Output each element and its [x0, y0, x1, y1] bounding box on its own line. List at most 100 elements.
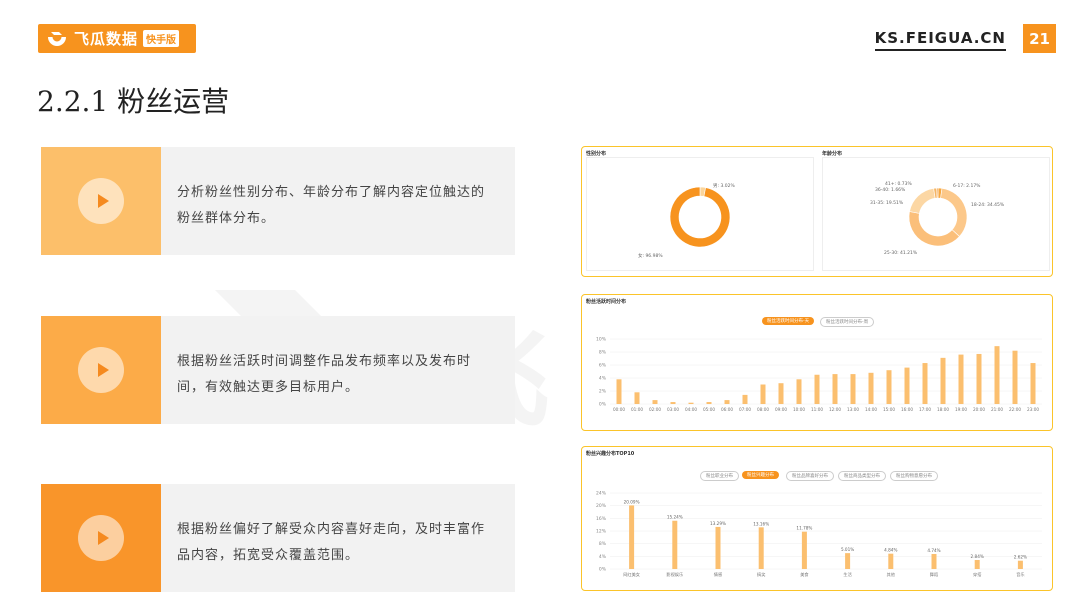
data-label: 15.24%	[667, 515, 683, 520]
x-tick-label: 17:00	[919, 407, 931, 412]
data-label: 4.84%	[884, 548, 897, 553]
feature-card-active-time: 根据粉丝活跃时间调整作品发布频率以及发布时间，有效触达更多目标用户。	[41, 316, 515, 424]
donut-label: 女: 96.98%	[638, 252, 663, 259]
bar	[940, 357, 946, 404]
x-tick-label: 22:00	[1009, 407, 1021, 412]
fan-demographics-panel: 性别分布 年龄分布 男: 3.02% 女: 96.98% 6-17: 2.17% 1…	[581, 146, 1053, 277]
x-tick-label: 16:00	[901, 407, 913, 412]
y-tick-label: 8%	[599, 350, 607, 356]
donut-slice	[936, 187, 939, 199]
donut-slice	[669, 186, 731, 248]
donut-slice	[909, 187, 936, 214]
donut-slice	[908, 211, 960, 247]
play-icon[interactable]	[78, 178, 124, 224]
y-tick-label: 4%	[599, 376, 607, 382]
y-tick-label: 2%	[599, 389, 607, 395]
x-tick-label: 20:00	[973, 407, 985, 412]
data-label: 2.84%	[971, 554, 984, 559]
bar	[904, 367, 910, 404]
y-tick-label: 4%	[599, 554, 607, 560]
brand-edition-badge: 快手版	[143, 30, 180, 47]
bar	[796, 379, 802, 404]
tab-brand-preference[interactable]: 粉丝品牌喜好分布	[786, 471, 834, 481]
data-label: 4.74%	[927, 548, 940, 553]
tab-product-type[interactable]: 粉丝商品类型分布	[838, 471, 886, 481]
fan-interest-panel: 粉丝兴趣分布TOP10 粉丝职业分布 粉丝兴趣分布 粉丝品牌喜好分布 粉丝商品类…	[581, 446, 1053, 591]
x-tick-label: 18:00	[937, 407, 949, 412]
x-tick-label: 搞笑	[757, 571, 765, 578]
x-tick-label: 13:00	[847, 407, 859, 412]
x-tick-label: 23:00	[1027, 407, 1039, 412]
card-icon-box	[41, 484, 161, 592]
bar	[931, 553, 937, 569]
x-tick-label: 15:00	[883, 407, 895, 412]
bar	[706, 402, 712, 404]
x-tick-label: 07:00	[739, 407, 751, 412]
x-tick-label: 生活	[843, 571, 851, 578]
tab-active-time-week[interactable]: 粉丝活跃时间分布-周	[820, 317, 875, 327]
donut-label: 41+: 0.73%	[885, 181, 912, 187]
x-tick-label: 舞蹈	[930, 571, 938, 578]
y-tick-label: 6%	[599, 363, 607, 369]
bar	[629, 505, 635, 569]
x-tick-label: 03:00	[667, 407, 679, 412]
bar	[688, 402, 694, 404]
data-label: 5.01%	[841, 547, 854, 552]
y-tick-label: 10%	[596, 337, 607, 343]
bar	[958, 354, 964, 404]
x-tick-label: 00:00	[613, 407, 625, 412]
x-tick-label: 穿搭	[973, 571, 982, 578]
tab-occupation[interactable]: 粉丝职业分布	[700, 471, 739, 481]
age-donut-chart: 6-17: 2.17% 18-24: 34.45% 25-30: 41.21% 31-…	[870, 181, 1005, 256]
feature-card-gender-age: 分析粉丝性别分布、年龄分布了解内容定位触达的粉丝群体分布。	[41, 147, 515, 255]
x-tick-label: 12:00	[829, 407, 841, 412]
x-tick-label: 14:00	[865, 407, 877, 412]
bar	[715, 526, 721, 569]
bar	[976, 353, 982, 404]
brand-name: 飞瓜数据	[74, 30, 139, 48]
bar	[724, 400, 730, 404]
tab-active-time-day[interactable]: 粉丝活跃时间分布-天	[762, 317, 815, 325]
bar	[868, 372, 874, 404]
brand-logo[interactable]: 飞瓜数据 快手版	[38, 24, 196, 53]
card-text: 根据粉丝偏好了解受众内容喜好走向，及时丰富作品内容，拓宽受众覆盖范围。	[177, 522, 486, 563]
donut-label: 31-35: 19.51%	[870, 200, 904, 206]
bar	[845, 553, 851, 569]
bar	[886, 370, 892, 404]
y-tick-label: 12%	[596, 529, 607, 535]
feigua-logo-icon	[48, 31, 66, 46]
tab-shopping-intent[interactable]: 粉丝购物意愿分布	[890, 471, 938, 481]
bar	[814, 374, 820, 404]
x-tick-label: 21:00	[991, 407, 1003, 412]
bar	[832, 374, 838, 404]
x-tick-label: 04:00	[685, 407, 697, 412]
bar	[994, 346, 1000, 404]
bar	[760, 384, 766, 404]
data-label: 2.62%	[1014, 555, 1027, 560]
play-icon[interactable]	[78, 347, 124, 393]
data-label: 13.29%	[710, 521, 726, 526]
play-icon[interactable]	[78, 515, 124, 561]
fan-active-time-panel: 粉丝活跃时间分布 粉丝活跃时间分布-天 粉丝活跃时间分布-周 0% 2% 4% 6% 8…	[581, 294, 1053, 431]
donut-label: 18-24: 34.45%	[971, 202, 1005, 208]
bar	[801, 531, 807, 569]
bar	[634, 392, 640, 404]
interest-bar-chart: 0% 4% 8% 12% 16% 20% 24% 网红美女 20.09% 影视娱乐 15.24% 情感…	[596, 491, 1042, 578]
bar	[1030, 363, 1036, 404]
x-tick-label: 11:00	[811, 407, 823, 412]
tab-interest[interactable]: 粉丝兴趣分布	[742, 471, 779, 479]
x-tick-label: 02:00	[649, 407, 661, 412]
y-tick-label: 20%	[596, 503, 607, 509]
bar	[850, 374, 856, 404]
bar	[922, 363, 928, 404]
site-url[interactable]: KS.FEIGUA.CN	[874, 29, 1006, 51]
y-tick-label: 24%	[596, 491, 607, 497]
y-tick-label: 0%	[599, 402, 607, 408]
bar	[672, 520, 678, 569]
donut-label: 男: 3.02%	[713, 183, 735, 189]
bar	[652, 400, 658, 404]
x-tick-label: 美食	[800, 571, 809, 578]
donut-label: 6-17: 2.17%	[953, 183, 981, 189]
card-icon-box	[41, 316, 161, 424]
x-tick-label: 06:00	[721, 407, 733, 412]
